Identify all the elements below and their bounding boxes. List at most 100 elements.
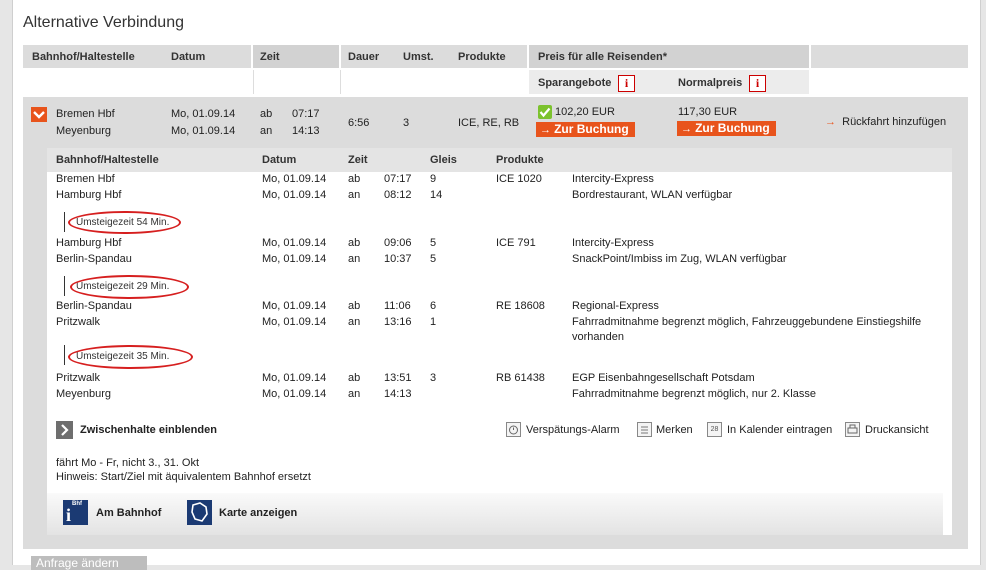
leg-dep-platform: 5 [430,237,437,249]
leg-arr-label: an [348,189,361,201]
details-col-platform: Gleis [430,154,457,166]
calendar-link[interactable]: 28 In Kalender eintragen [707,422,832,438]
col-header-saver: Sparangebote [538,77,612,89]
leg-info-1: Intercity-Express [572,237,654,249]
leg-train: ICE 791 [496,237,536,249]
at-station-label: Am Bahnhof [96,507,162,519]
leg-info-1: EGP Eisenbahngesellschaft Potsdam [572,372,755,384]
print-link[interactable]: Druckansicht [845,422,935,438]
leg-dep-date: Mo, 01.09.14 [262,372,327,384]
transfer-highlight [68,345,193,369]
leg-train: RE 18608 [496,300,545,312]
conn-date-from: Mo, 01.09.14 [171,108,236,120]
details-col-station: Bahnhof/Haltestelle [56,154,159,166]
col-header-date[interactable]: Datum [171,51,205,63]
service-days: fährt Mo - Fr, nicht 3., 31. Okt [56,457,200,469]
col-header-station[interactable]: Bahnhof/Haltestelle [32,51,135,63]
details-col-date: Datum [262,154,297,166]
leg-info-1: Intercity-Express [572,173,654,185]
col-header-duration[interactable]: Dauer [348,51,379,63]
normal-book-button[interactable]: → Zur Buchung [677,121,776,136]
change-request-button[interactable]: Anfrage ändern [31,556,147,570]
leg-arr-label: an [348,388,361,400]
leg-info-2: Fahrradmitnahme begrenzt möglich, Fahrze… [572,316,922,328]
delay-alarm-link[interactable]: Verspätungs-Alarm [506,422,626,438]
collapse-chevron-icon[interactable] [31,107,47,122]
conn-to-station: Meyenburg [56,125,112,137]
leg-arr-platform: 14 [430,189,443,201]
leg-arr-date: Mo, 01.09.14 [262,316,327,328]
leg-train: RB 61438 [496,372,545,384]
remember-label: Merken [656,424,693,436]
details-col-time: Zeit [348,154,368,166]
conn-from-station: Bremen Hbf [56,108,115,120]
leg-arr-platform: 1 [430,316,437,328]
station-info-icon: Bhf i [63,500,88,525]
normal-info-icon[interactable]: i [749,75,766,92]
leg-arr-time: 08:12 [384,189,412,201]
saver-book-button[interactable]: → Zur Buchung [536,122,635,137]
leg-info-1: Regional-Express [572,300,659,312]
transfer-bar [64,212,65,232]
show-stops-label: Zwischenhalte einblenden [80,424,217,436]
conn-dep-label: ab [260,108,273,120]
leg-arr-date: Mo, 01.09.14 [262,388,327,400]
leg-dep-date: Mo, 01.09.14 [262,237,327,249]
transfer-highlight [68,211,181,234]
leg-dep-date: Mo, 01.09.14 [262,300,327,312]
saver-price: 102,20 EUR [555,106,615,118]
leg-dep-platform: 6 [430,300,437,312]
show-map-label: Karte anzeigen [219,507,298,519]
saver-book-label: Zur Buchung [554,122,629,136]
leg-info-3: vorhanden [572,331,624,343]
leg-info-2: SnackPoint/Imbiss im Zug, WLAN verfügbar [572,253,787,265]
hint-text: Hinweis: Start/Ziel mit äquivalentem Bah… [56,471,311,483]
leg-info-2: Fahrradmitnahme begrenzt möglich, nur 2.… [572,388,816,400]
arrow-right-icon: → [540,124,555,136]
station-badge-text: Bhf [72,501,82,507]
leg-dep-label: ab [348,300,361,312]
leg-arr-station: Pritzwalk [56,316,101,328]
return-trip-label: Rückfahrt hinzufügen [842,116,947,128]
transfer-bar [64,345,65,365]
delay-alarm-label: Verspätungs-Alarm [526,424,620,436]
leg-arr-time: 10:37 [384,253,412,265]
normal-book-label: Zur Buchung [695,121,770,135]
at-station-button[interactable]: Bhf i Am Bahnhof [63,500,173,528]
show-map-button[interactable]: Karte anzeigen [187,500,312,528]
leg-arr-date: Mo, 01.09.14 [262,253,327,265]
printer-icon [845,422,860,437]
col-header-products[interactable]: Produkte [458,51,506,63]
print-label: Druckansicht [865,424,929,436]
transfer-highlight [70,275,189,299]
saver-info-icon[interactable]: i [618,75,635,92]
map-icon [187,500,212,525]
conn-changes: 3 [403,117,410,129]
conn-arr-label: an [260,125,273,137]
leg-dep-station: Hamburg Hbf [56,237,122,249]
leg-arr-time: 14:13 [384,388,412,400]
conn-products: ICE, RE, RB [458,117,520,129]
leg-arr-time: 13:16 [384,316,412,328]
page-title: Alternative Verbindung [23,14,184,31]
alarm-clock-icon [506,422,521,437]
leg-arr-platform: 5 [430,253,437,265]
leg-arr-station: Meyenburg [56,388,112,400]
leg-arr-label: an [348,253,361,265]
col-header-time[interactable]: Zeit [260,51,280,63]
col-header-changes[interactable]: Umst. [403,51,434,63]
conn-arr-time: 14:13 [292,125,320,137]
leg-train: ICE 1020 [496,173,542,185]
leg-dep-time: 13:51 [384,372,412,384]
subheader-time [253,70,341,94]
calendar-label: In Kalender eintragen [727,424,833,436]
return-trip-link[interactable]: → Rückfahrt hinzufügen [825,116,946,128]
leg-dep-label: ab [348,372,361,384]
bottom-action-bar [47,493,943,535]
check-icon [538,105,552,119]
leg-dep-platform: 3 [430,372,437,384]
leg-dep-station: Berlin-Spandau [56,300,132,312]
leg-info-2: Bordrestaurant, WLAN verfügbar [572,189,733,201]
remember-link[interactable]: Merken [637,422,697,438]
leg-dep-time: 11:06 [384,300,411,312]
